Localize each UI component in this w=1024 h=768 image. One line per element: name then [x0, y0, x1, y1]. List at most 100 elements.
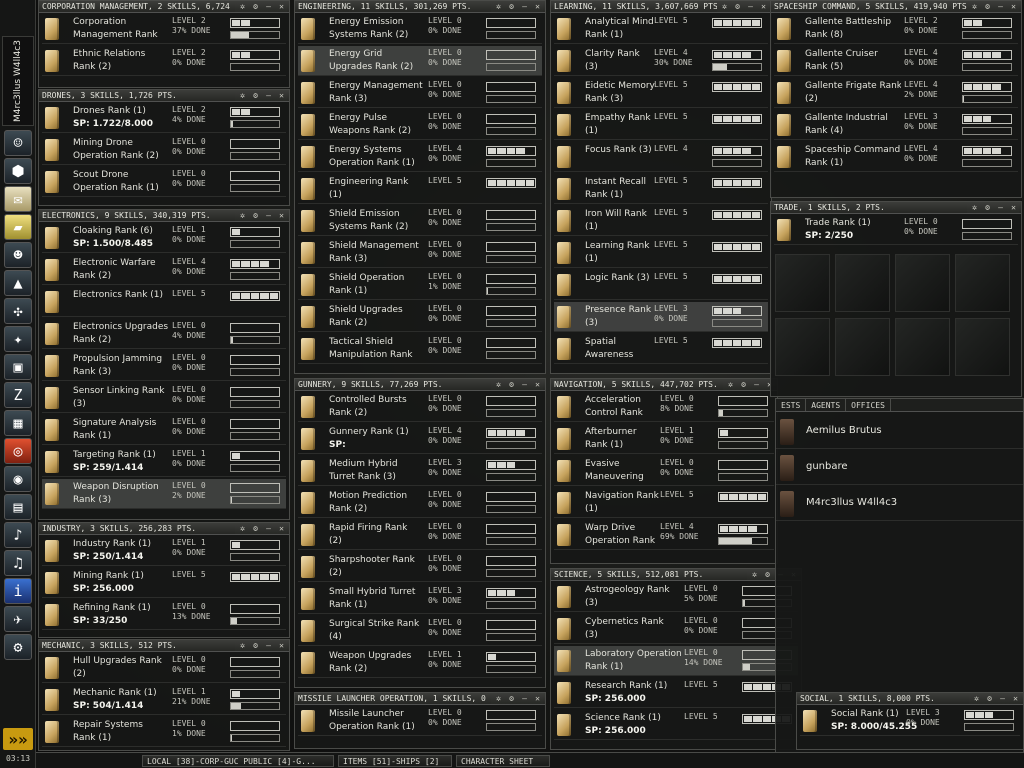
pin-icon[interactable]: ✲ [493, 379, 504, 390]
skill-row[interactable]: Gallente Battleship Rank (8) LEVEL 2 0% DON… [774, 14, 1018, 44]
options-icon[interactable]: ⚙ [250, 523, 261, 534]
close-icon[interactable]: ✕ [532, 693, 543, 704]
minimize-icon[interactable]: – [995, 202, 1006, 213]
pin-icon[interactable]: ✲ [725, 379, 736, 390]
skill-row[interactable]: Gallente Industrial Rank (4) LEVEL 3 0% DON… [774, 110, 1018, 140]
skill-row[interactable]: Weapon Upgrades Rank (2) LEVEL 1 0% DONE [298, 648, 542, 678]
window-title-bar[interactable]: ENGINEERING, 11 SKILLS, 301,269 PTS. ✲ ⚙ – ✕ [295, 1, 545, 13]
pin-icon[interactable]: ✲ [493, 1, 504, 12]
agent-row[interactable]: gunbare [776, 451, 1023, 485]
character-portrait-icon[interactable]: ☺ [4, 130, 32, 156]
skill-row[interactable]: Energy Systems Operation Rank (1) LEVEL 40… [298, 142, 542, 172]
close-icon[interactable]: ✕ [276, 1, 287, 12]
options-icon[interactable]: ⚙ [506, 379, 517, 390]
skill-row[interactable]: Industry Rank (1) SP: 250/1.414 LEVEL 1 0% … [42, 536, 286, 566]
skill-row[interactable]: Shield Management Rank (3) LEVEL 0 0% DONE [298, 238, 542, 268]
skill-row[interactable]: Engineering Rank (1) LEVEL 5 [298, 174, 542, 204]
skill-row[interactable]: Scout Drone Operation Rank (1) LEVEL 0 0% D… [42, 167, 286, 197]
agent-row[interactable]: M4rc3llus W4ll4c3 [776, 487, 1023, 521]
options-icon[interactable]: ⚙ [984, 693, 995, 704]
options-icon[interactable]: ⚙ [506, 1, 517, 12]
starmap-icon[interactable]: ✦ [4, 326, 32, 352]
pin-icon[interactable]: ✲ [237, 523, 248, 534]
options-icon[interactable]: ⚙ [982, 1, 993, 12]
taskbar-character-sheet-button[interactable]: CHARACTER SHEET [456, 755, 550, 767]
cargo-icon[interactable]: ▣ [4, 354, 32, 380]
window-title-bar[interactable]: SCIENCE, 5 SKILLS, 512,081 PTS.✲⚙–✕ [551, 569, 801, 581]
close-icon[interactable]: ✕ [1008, 1, 1019, 12]
skill-row[interactable]: Gallente Cruiser Rank (5) LEVEL 4 0% DONE [774, 46, 1018, 76]
pin-icon[interactable]: ✲ [719, 1, 730, 12]
skill-row[interactable]: Clarity Rank (3) LEVEL 4 30% DONE [554, 46, 768, 76]
skill-row[interactable]: Spaceship Command Rank (1) LEVEL 4 0% DONE [774, 142, 1018, 172]
skill-row[interactable]: Controlled Bursts Rank (2) LEVEL 0 0% DONE [298, 392, 542, 422]
tab-offices[interactable]: OFFICES [846, 399, 891, 411]
skill-row[interactable]: Mining Rank (1) SP: 256.000 LEVEL 5 [42, 568, 286, 598]
skill-row[interactable]: Navigation Rank (1) LEVEL 5 [554, 488, 774, 518]
pin-icon[interactable]: ✲ [237, 90, 248, 101]
minimize-icon[interactable]: – [519, 1, 530, 12]
skill-row[interactable]: Propulsion Jamming Rank (3) LEVEL 0 0% DONE [42, 351, 286, 381]
skill-row[interactable]: Missile Launcher Operation Rank (1) LEVEL … [298, 706, 542, 736]
options-icon[interactable]: ⚙ [762, 569, 773, 580]
options-icon[interactable]: ⚙ [732, 1, 743, 12]
skill-row[interactable]: Refining Rank (1) SP: 33/250 LEVEL 0 13% DO… [42, 600, 286, 630]
skill-row[interactable]: Rapid Firing Rank (2) LEVEL 0 0% DONE [298, 520, 542, 550]
pin-icon[interactable]: ✲ [969, 1, 980, 12]
options-icon[interactable]: ⚙ [506, 693, 517, 704]
skill-row[interactable]: Research Rank (1) SP: 256.000 LEVEL 5 [554, 678, 798, 708]
map-icon[interactable]: ✣ [4, 298, 32, 324]
music-icon[interactable]: ♫ [4, 550, 32, 576]
pin-icon[interactable]: ✲ [237, 640, 248, 651]
minimize-icon[interactable]: – [745, 1, 756, 12]
skill-row[interactable]: Laboratory Operation Rank (1) LEVEL 0 14% D… [554, 646, 798, 676]
minimize-icon[interactable]: – [751, 379, 762, 390]
skill-row[interactable]: Logic Rank (3) LEVEL 5 [554, 270, 768, 300]
window-title-bar[interactable]: ELECTRONICS, 9 SKILLS, 340,319 PTS. ✲ ⚙ – ✕ [39, 210, 289, 222]
window-title-bar[interactable]: TRADE, 1 SKILLS, 2 PTS. ✲ ⚙ – ✕ [771, 202, 1021, 214]
close-icon[interactable]: ✕ [276, 90, 287, 101]
pin-icon[interactable]: ✲ [971, 693, 982, 704]
skill-row[interactable]: Afterburner Rank (1) LEVEL 1 0% DONE [554, 424, 774, 454]
skill-row[interactable]: Social Rank (1) SP: 8.000/45.255 LEVEL 3 0%… [800, 706, 1020, 736]
skill-row[interactable]: Astrogeology Rank (3) LEVEL 0 5% DONE [554, 582, 798, 612]
window-title-bar[interactable]: GUNNERY, 9 SKILLS, 77,269 PTS. ✲ ⚙ – ✕ [295, 379, 545, 391]
skill-row[interactable]: Learning Rank (1) LEVEL 5 [554, 238, 768, 268]
taskbar-items-button[interactable]: ITEMS [51]-SHIPS [2] [338, 755, 452, 767]
skill-row[interactable]: Energy Management Rank (3) LEVEL 0 0% DONE [298, 78, 542, 108]
window-title-bar[interactable]: DRONES, 3 SKILLS, 1,726 PTS. ✲ ⚙ – ✕ [39, 90, 289, 102]
window-title-bar[interactable]: SOCIAL, 1 SKILLS, 8,000 PTS. ✲ ⚙ – ✕ [797, 693, 1023, 705]
skill-row[interactable]: Trade Rank (1) SP: 2/250 LEVEL 0 0% DONE [774, 215, 1018, 245]
sleep-icon[interactable]: Z [4, 382, 32, 408]
calculator-icon[interactable]: ▦ [4, 410, 32, 436]
pin-icon[interactable]: ✲ [969, 202, 980, 213]
skill-row[interactable]: Hull Upgrades Rank (2) LEVEL 0 0% DONE [42, 653, 286, 683]
agent-row[interactable]: Aemilus Brutus [776, 415, 1023, 449]
skill-row[interactable]: Instant Recall Rank (1) LEVEL 5 [554, 174, 768, 204]
skill-row[interactable]: Warp Drive Operation Rank LEVEL 4 69% DONE [554, 520, 774, 550]
skill-row[interactable]: Science Rank (1) SP: 256.000 LEVEL 5 [554, 710, 798, 740]
ship-hangar-icon[interactable]: ✈ [4, 606, 32, 632]
skill-row[interactable]: Empathy Rank (1) LEVEL 5 [554, 110, 768, 140]
skill-row[interactable]: Shield Emission Systems Rank (2) LEVEL 0 0%… [298, 206, 542, 236]
skill-row[interactable]: Cybernetics Rank (3) LEVEL 0 0% DONE [554, 614, 798, 644]
minimize-icon[interactable]: – [995, 1, 1006, 12]
skill-row[interactable]: Electronic Warfare Rank (2) LEVEL 4 0% DONE [42, 255, 286, 285]
skill-row[interactable]: Energy Emission Systems Rank (2) LEVEL 0 0%… [298, 14, 542, 44]
minimize-icon[interactable]: – [519, 379, 530, 390]
close-icon[interactable]: ✕ [276, 523, 287, 534]
close-icon[interactable]: ✕ [758, 1, 769, 12]
window-title-bar[interactable]: CORPORATION MANAGEMENT, 2 SKILLS, 6,724 … [39, 1, 289, 13]
skill-row[interactable]: Energy Pulse Weapons Rank (2) LEVEL 0 0% DO… [298, 110, 542, 140]
journal-icon[interactable]: ▤ [4, 494, 32, 520]
globe-icon[interactable]: ◉ [4, 466, 32, 492]
minimize-icon[interactable]: – [263, 640, 274, 651]
skill-row[interactable]: Motion Prediction Rank (2) LEVEL 0 0% DONE [298, 488, 542, 518]
options-icon[interactable]: ⚙ [250, 1, 261, 12]
window-title-bar[interactable]: MECHANIC, 3 SKILLS, 512 PTS. ✲ ⚙ – ✕ [39, 640, 289, 652]
skill-row[interactable]: Signature Analysis Rank (1) LEVEL 0 0% DONE [42, 415, 286, 445]
skill-row[interactable]: Acceleration Control Rank LEVEL 0 8% DONE [554, 392, 774, 422]
skill-row[interactable]: Mining Drone Operation Rank (2) LEVEL 0 0% … [42, 135, 286, 165]
window-title-bar[interactable]: SPACESHIP COMMAND, 5 SKILLS, 419,940 PTS… [771, 1, 1021, 13]
options-icon[interactable]: ⚙ [738, 379, 749, 390]
